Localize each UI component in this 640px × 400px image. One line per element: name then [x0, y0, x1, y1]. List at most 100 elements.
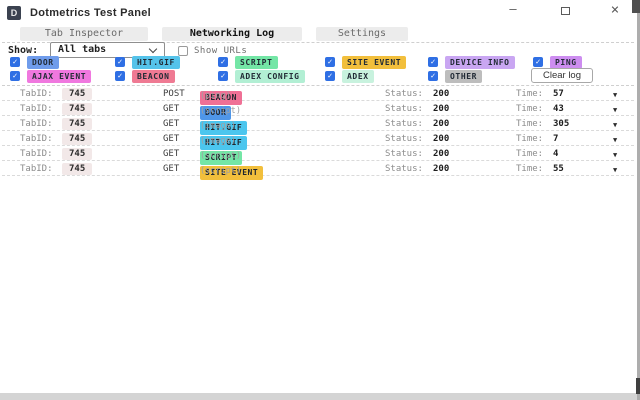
time-label: Time: — [516, 134, 544, 144]
expand-row-caret[interactable]: ▼ — [613, 90, 617, 100]
log-row: TabID: 745 GET HIT.GIF (image) Status: 2… — [2, 131, 634, 150]
tabid-label: TabID: — [20, 149, 53, 159]
filter-badge-script: SCRIPT — [235, 55, 278, 69]
expand-row-caret[interactable]: ▼ — [613, 135, 617, 145]
tabid-label: TabID: — [20, 89, 53, 99]
status-value: 200 — [433, 104, 450, 114]
subtype-label: (script) — [200, 151, 241, 161]
app-window: D Dotmetrics Test Panel — × Tab Inspecto… — [0, 0, 637, 393]
title-bar: D Dotmetrics Test Panel — [0, 0, 637, 26]
method-label: GET — [163, 164, 180, 174]
status-value: 200 — [433, 119, 450, 129]
time-label: Time: — [516, 119, 544, 129]
tab-networking-log[interactable]: Networking Log — [162, 27, 302, 41]
filter-item-adex: ✓ ADEX — [325, 69, 374, 83]
network-log-list: TabID: 745 POST BEACON (ping) Status: 20… — [2, 86, 634, 180]
expand-row-caret[interactable]: ▼ — [613, 105, 617, 115]
tab-tab-inspector[interactable]: Tab Inspector — [20, 27, 148, 41]
filter-item-hitgif: ✓ HIT.GIF — [115, 55, 180, 69]
filter-badge-ajax-event: AJAX EVENT — [27, 69, 92, 83]
filter-badge-device-info: DEVICE INFO — [445, 55, 515, 69]
filter-item-other: ✓ OTHER — [428, 69, 483, 83]
status-value: 200 — [433, 164, 450, 174]
subtype-label: (script) — [200, 106, 241, 116]
filter-checkbox-ajax-event[interactable]: ✓ — [10, 71, 20, 81]
time-value: 57 — [553, 89, 564, 99]
subtype-label: (image) — [200, 121, 236, 131]
maximize-button[interactable] — [550, 0, 580, 22]
tabid-badge: 745 — [62, 148, 93, 160]
filter-item-door: ✓ DOOR — [10, 55, 59, 69]
log-row: TabID: 745 GET HIT.GIF (image) Status: 2… — [2, 116, 634, 135]
method-label: GET — [163, 149, 180, 159]
status-value: 200 — [433, 89, 450, 99]
tabid-badge: 745 — [62, 118, 93, 130]
expand-row-caret[interactable]: ▼ — [613, 150, 617, 160]
filter-item-device-info: ✓ DEVICE INFO — [428, 55, 515, 69]
filter-checkbox-script[interactable]: ✓ — [218, 57, 228, 67]
filter-item-adex-config: ✓ ADEX CONFIG — [218, 69, 305, 83]
subtype-label: (script) — [200, 166, 241, 176]
filter-item-site-event: ✓ SITE EVENT — [325, 55, 407, 69]
filter-badge-door: DOOR — [27, 55, 59, 69]
status-label: Status: — [385, 119, 423, 129]
filter-checkbox-other[interactable]: ✓ — [428, 71, 438, 81]
time-value: 305 — [553, 119, 570, 129]
status-label: Status: — [385, 134, 423, 144]
expand-row-caret[interactable]: ▼ — [613, 120, 617, 130]
minimize-button[interactable]: — — [498, 0, 528, 22]
method-label: GET — [163, 134, 180, 144]
subtype-label: (image) — [200, 136, 236, 146]
filter-item-script: ✓ SCRIPT — [218, 55, 278, 69]
time-label: Time: — [516, 104, 544, 114]
filter-checkbox-beacon[interactable]: ✓ — [115, 71, 125, 81]
status-value: 200 — [433, 134, 450, 144]
clear-log-button[interactable]: Clear log — [531, 68, 593, 83]
filter-checkbox-ping[interactable]: ✓ — [533, 57, 543, 67]
time-value: 43 — [553, 104, 564, 114]
show-urls-label: Show URLs — [194, 46, 248, 56]
subtype-label: (ping) — [200, 91, 231, 101]
status-label: Status: — [385, 89, 423, 99]
filter-checkbox-door[interactable]: ✓ — [10, 57, 20, 67]
screen-corner-top-right — [632, 0, 640, 13]
filter-item-beacon: ✓ BEACON — [115, 69, 175, 83]
status-label: Status: — [385, 149, 423, 159]
log-row: TabID: 745 GET SCRIPT (script) Status: 2… — [2, 146, 634, 165]
tab-filter-select-value: All tabs — [58, 44, 107, 55]
filter-checkbox-adex[interactable]: ✓ — [325, 71, 335, 81]
method-label: POST — [163, 89, 185, 99]
tab-bar: Tab Inspector Networking Log Settings — [20, 27, 408, 41]
filter-badge-adex-config: ADEX CONFIG — [235, 69, 305, 83]
tabid-label: TabID: — [20, 119, 53, 129]
tabid-badge: 745 — [62, 103, 93, 115]
tab-settings[interactable]: Settings — [316, 27, 408, 41]
chevron-down-icon — [148, 44, 158, 54]
tabid-badge: 745 — [62, 163, 93, 175]
time-label: Time: — [516, 164, 544, 174]
status-value: 200 — [433, 149, 450, 159]
screen-corner-bottom-right — [636, 378, 640, 394]
method-label: GET — [163, 104, 180, 114]
show-urls-checkbox[interactable] — [178, 46, 188, 56]
time-label: Time: — [516, 149, 544, 159]
filter-badge-beacon: BEACON — [132, 69, 175, 83]
tabid-badge: 745 — [62, 133, 93, 145]
filter-badge-other: OTHER — [445, 69, 483, 83]
time-value: 55 — [553, 164, 564, 174]
filter-item-ping: ✓ PING — [533, 55, 582, 69]
filter-checkbox-hitgif[interactable]: ✓ — [115, 57, 125, 67]
filter-checkbox-device-info[interactable]: ✓ — [428, 57, 438, 67]
expand-row-caret[interactable]: ▼ — [613, 165, 617, 175]
close-button[interactable]: × — [600, 0, 630, 22]
filter-checkbox-adex-config[interactable]: ✓ — [218, 71, 228, 81]
log-row: TabID: 745 GET DOOR (script) Status: 200… — [2, 101, 634, 120]
tabid-label: TabID: — [20, 104, 53, 114]
filter-badge-hitgif: HIT.GIF — [132, 55, 180, 69]
filter-badge-site-event: SITE EVENT — [342, 55, 407, 69]
log-row: TabID: 745 GET SITE EVENT (script) Statu… — [2, 161, 634, 180]
filter-checkbox-site-event[interactable]: ✓ — [325, 57, 335, 67]
show-label: Show: — [8, 45, 39, 56]
status-label: Status: — [385, 164, 423, 174]
tabid-label: TabID: — [20, 134, 53, 144]
